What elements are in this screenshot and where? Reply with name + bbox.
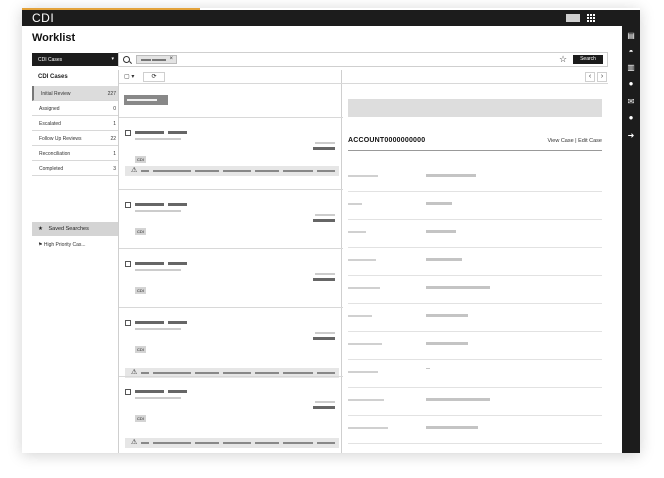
item-count: 227 — [107, 91, 116, 97]
detail-row — [348, 332, 602, 360]
case-links[interactable]: View Case | Edit Case — [547, 138, 602, 144]
detail-banner — [348, 99, 602, 117]
screenshot-stage: CDI ▤ ◓ ▥ ● ✉ ● ➜ Worklist CDI Cases ▾ C… — [0, 0, 664, 478]
page-title: Worklist — [32, 32, 76, 44]
logout-icon[interactable]: ➜ — [627, 132, 635, 140]
warning-strip: ⚠ — [125, 438, 339, 448]
case-card[interactable]: CDI ⚠ — [119, 307, 343, 378]
search-filter-chip[interactable]: × — [136, 55, 177, 64]
left-panel: CDI Cases Initial Review 227 Assigned 0 … — [32, 70, 118, 453]
sidebar-item-reconciliation[interactable]: Reconciliation 1 — [32, 146, 118, 161]
case-card[interactable]: CDI — [119, 248, 343, 306]
sidebar-item-label: Reconciliation — [39, 151, 71, 157]
sidebar-item-escalated[interactable]: Escalated 1 — [32, 116, 118, 131]
document-icon[interactable]: ▤ — [627, 32, 635, 40]
row-checkbox[interactable] — [125, 389, 131, 395]
row-checkbox[interactable] — [125, 320, 131, 326]
top-bar: CDI — [22, 10, 640, 26]
case-detail-panel: ‹ › ACCOUNT0000000000 View Case | Edit C… — [342, 70, 608, 453]
detail-row — [348, 304, 602, 332]
warning-icon: ⚠ — [131, 167, 138, 174]
empty-value: -- — [426, 366, 430, 372]
right-icon-rail: ▤ ◓ ▥ ● ✉ ● ➜ — [622, 26, 640, 453]
section-title: CDI Cases — [38, 74, 68, 80]
item-count: 1 — [113, 121, 116, 127]
sidebar-item-label: Assigned — [39, 106, 60, 112]
cdi-tag: CDI — [135, 415, 146, 422]
chevron-right-icon[interactable]: › — [597, 72, 607, 82]
saved-searches-label: Saved Searches — [48, 226, 89, 232]
detail-row — [348, 164, 602, 192]
row-checkbox[interactable] — [125, 202, 131, 208]
search-button[interactable]: Search — [573, 55, 603, 64]
app-window: CDI ▤ ◓ ▥ ● ✉ ● ➜ Worklist CDI Cases ▾ C… — [22, 8, 640, 453]
item-count: 1 — [113, 151, 116, 157]
divider — [348, 150, 602, 151]
detail-row — [348, 276, 602, 304]
detail-row — [348, 220, 602, 248]
cdi-tag: CDI — [135, 228, 146, 235]
mail-icon[interactable]: ✉ — [627, 98, 635, 106]
apps-grid-icon[interactable] — [587, 14, 595, 22]
row-checkbox[interactable] — [125, 261, 131, 267]
saved-search-label: High Priority Cas... — [43, 242, 86, 248]
star-icon: ★ — [38, 226, 43, 232]
user-icon[interactable]: ● — [627, 114, 635, 122]
account-number: ACCOUNT0000000000 — [348, 137, 426, 144]
case-list-panel: ▢ ▾ ⟳ CDI ⚠ CDI CDI CDI ⚠ CDI ⚠ — [118, 70, 343, 453]
sidebar-item-label: Initial Review — [41, 91, 71, 97]
sidebar-item-label: Follow Up Reviews — [39, 136, 82, 142]
chevron-down-icon: ▾ — [111, 56, 114, 62]
circle-icon[interactable]: ● — [627, 80, 635, 88]
sidebar-item-assigned[interactable]: Assigned 0 — [32, 101, 118, 116]
cdi-tag: CDI — [135, 287, 146, 294]
case-card[interactable]: CDI — [119, 189, 343, 247]
saved-searches-header[interactable]: ★ Saved Searches — [32, 222, 118, 236]
detail-row — [348, 192, 602, 220]
search-icon — [123, 56, 130, 63]
brand-logo: CDI — [32, 11, 55, 25]
detail-toolbar: ‹ › — [342, 70, 608, 84]
sidebar-item-label: Escalated — [39, 121, 61, 127]
cases-dropdown-label: CDI Cases — [38, 57, 63, 63]
detail-row — [348, 388, 602, 416]
sidebar-item-initial-review[interactable]: Initial Review 227 — [32, 86, 118, 101]
close-icon[interactable]: × — [169, 56, 173, 62]
case-card[interactable]: CDI ⚠ — [119, 117, 343, 176]
refresh-icon[interactable]: ⟳ — [143, 72, 165, 82]
sort-button[interactable] — [124, 95, 168, 105]
flag-icon: ⚑ — [38, 242, 43, 248]
cdi-tag: CDI — [135, 156, 146, 163]
item-count: 3 — [113, 166, 116, 172]
sidebar-item-follow-up-reviews[interactable]: Follow Up Reviews 22 — [32, 131, 118, 146]
sidebar-item-completed[interactable]: Completed 3 — [32, 161, 118, 176]
warning-icon: ⚠ — [131, 439, 138, 446]
select-all-dropdown[interactable]: ▢ ▾ — [124, 73, 138, 81]
chevron-left-icon[interactable]: ‹ — [585, 72, 595, 82]
case-card[interactable]: CDI ⚠ — [119, 376, 343, 448]
warning-strip: ⚠ — [125, 166, 339, 176]
cases-dropdown[interactable]: CDI Cases ▾ — [32, 53, 118, 66]
sidebar-item-label: Completed — [39, 166, 64, 172]
favorite-star-icon[interactable]: ☆ — [559, 54, 567, 65]
bar-chart-icon[interactable]: ▥ — [627, 64, 635, 72]
row-checkbox[interactable] — [125, 130, 131, 136]
detail-row: -- — [348, 360, 602, 388]
detail-row — [348, 416, 602, 444]
detail-row — [348, 248, 602, 276]
list-toolbar: ▢ ▾ ⟳ — [119, 70, 343, 84]
saved-search-item[interactable]: ⚑ High Priority Cas... — [38, 242, 86, 248]
item-count: 22 — [110, 136, 116, 142]
cdi-tag: CDI — [135, 346, 146, 353]
user-chip-icon[interactable] — [566, 14, 580, 22]
search-bar[interactable]: × ☆ Search — [118, 52, 608, 67]
item-count: 0 — [113, 106, 116, 112]
dashboard-icon[interactable]: ◓ — [627, 48, 635, 56]
